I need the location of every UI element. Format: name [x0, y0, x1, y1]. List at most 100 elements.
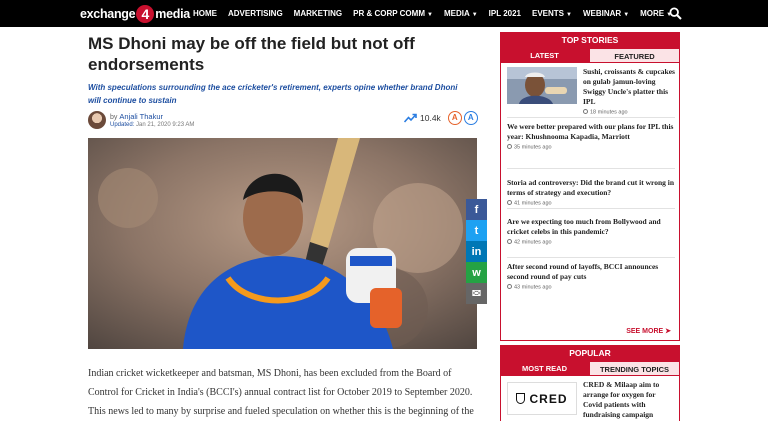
nav-item[interactable]: HOME: [193, 9, 217, 18]
top-stories-widget: TOP STORIES LATEST FEATURED Sushi, crois…: [500, 32, 680, 341]
story-title[interactable]: We were better prepared with our plans f…: [507, 122, 675, 142]
nav-item[interactable]: EVENTS ▼: [532, 9, 572, 18]
story-time-text: 18 minutes ago: [590, 109, 628, 116]
clock-icon: [507, 239, 512, 244]
story-thumbnail[interactable]: [507, 67, 577, 104]
top-stories-heading: TOP STORIES: [500, 32, 680, 48]
article-headline: MS Dhoni may be off the field but not of…: [88, 34, 415, 74]
caret-down-icon: ▼: [623, 12, 630, 18]
nav-item[interactable]: IPL 2021: [489, 9, 521, 18]
author-link[interactable]: Anjali Thakur: [119, 112, 163, 121]
byline: by Anjali Thakur: [110, 112, 163, 121]
stories-list: Sushi, croissants & cupcakes on gulab ja…: [500, 63, 680, 341]
nav-item-label: MEDIA: [443, 9, 470, 18]
story-time: 42 minutes ago: [507, 239, 675, 246]
nav-item[interactable]: MEDIA ▼: [444, 9, 478, 18]
nav-item-label: ADVERTISING: [228, 9, 283, 18]
clock-icon: [507, 284, 512, 289]
byline-prefix: by: [110, 114, 118, 121]
story-time: 18 minutes ago: [583, 109, 675, 116]
main-menu: HOME ADVERTISING MARKETING PR & CORP COMM ▼ M…: [193, 0, 683, 27]
email-icon[interactable]: ✉: [466, 283, 487, 304]
story-time: 35 minutes ago: [507, 144, 675, 151]
story-time-text: 43 minutes ago: [514, 284, 552, 291]
story-time-text: 41 minutes ago: [514, 200, 552, 207]
logo-number: 4: [136, 4, 155, 23]
popular-list: CRED CRED & Milaap aim to arrange for ox…: [500, 376, 680, 421]
author-avatar[interactable]: [88, 111, 106, 129]
cred-shield-icon: [516, 393, 526, 404]
nav-item[interactable]: WEBINAR ▼: [583, 9, 629, 18]
caret-down-icon: ▼: [566, 12, 572, 18]
share-bar: f t in w ✉: [466, 199, 487, 304]
tab-featured[interactable]: FEATURED: [589, 48, 680, 63]
increase-font-button[interactable]: A: [463, 111, 478, 125]
nav-item[interactable]: PR & CORP COMM ▼: [353, 9, 433, 18]
arrow-right-icon: ➤: [665, 328, 671, 335]
facebook-icon[interactable]: f: [466, 199, 487, 220]
tab-latest[interactable]: LATEST: [500, 48, 589, 63]
story-time: 41 minutes ago: [507, 200, 675, 207]
logo-prefix: exchange: [80, 6, 136, 21]
linkedin-icon[interactable]: in: [466, 241, 487, 262]
story-title[interactable]: After second round of layoffs, BCCI anno…: [507, 262, 675, 282]
search-icon[interactable]: [669, 7, 682, 20]
clock-icon: [507, 200, 512, 205]
list-item[interactable]: We were better prepared with our plans f…: [507, 122, 675, 151]
list-item[interactable]: After second round of layoffs, BCCI anno…: [507, 262, 675, 291]
story-title[interactable]: Sushi, croissants & cupcakes on gulab ja…: [583, 67, 675, 107]
nav-item-label: MARKETING: [293, 9, 343, 18]
decrease-font-button[interactable]: A: [447, 111, 462, 125]
cred-logo-thumbnail[interactable]: CRED: [507, 382, 577, 415]
nav-item[interactable]: MARKETING: [294, 9, 342, 18]
logo-suffix: media: [155, 6, 190, 21]
nav-item-label: EVENTS: [532, 9, 565, 18]
top-navbar: exchange 4 media HOME ADVERTISING MARKETIN…: [0, 0, 768, 27]
trending-icon: [404, 113, 417, 123]
whatsapp-icon[interactable]: w: [466, 262, 487, 283]
caret-down-icon: ▼: [471, 12, 478, 18]
article-body: Indian cricket wicketkeeper and batsman,…: [88, 368, 474, 417]
clock-icon: [583, 109, 588, 114]
divider: [507, 208, 675, 209]
twitter-icon[interactable]: t: [466, 220, 487, 241]
article-stats: 10.4k A A: [404, 111, 478, 125]
divider: [507, 257, 675, 258]
caret-down-icon: ▼: [426, 12, 433, 18]
article-subhead: With speculations surrounding the ace cr…: [88, 83, 458, 105]
story-title[interactable]: Storia ad controversy: Did the brand cut…: [507, 178, 675, 198]
story-time-text: 35 minutes ago: [514, 144, 552, 151]
popular-story-title[interactable]: CRED & Milaap aim to arrange for oxygen …: [583, 380, 675, 420]
cred-logo-text: CRED: [529, 391, 568, 406]
see-more-label: SEE MORE: [626, 328, 664, 335]
updated-timestamp: Updated: Jan 21, 2020 9:23 AM: [110, 122, 194, 128]
clock-icon: [507, 144, 512, 149]
nav-item-label: PR & CORP COMM: [353, 9, 425, 18]
nav-item[interactable]: ADVERTISING: [228, 9, 283, 18]
tab-trending-topics[interactable]: TRENDING TOPICS: [589, 361, 680, 376]
nav-item-label: IPL 2021: [488, 9, 521, 18]
nav-item-label: MORE: [640, 9, 665, 18]
site-logo[interactable]: exchange 4 media: [80, 3, 190, 24]
see-more-link[interactable]: SEE MORE ➤: [626, 327, 671, 335]
updated-label: Updated:: [110, 122, 135, 128]
top-stories-tabs: LATEST FEATURED: [500, 48, 680, 63]
hero-image: [88, 138, 477, 349]
story-time: 43 minutes ago: [507, 284, 675, 291]
story-time-text: 42 minutes ago: [514, 239, 552, 246]
story-title[interactable]: Are we expecting too much from Bollywood…: [507, 217, 675, 237]
list-item[interactable]: Sushi, croissants & cupcakes on gulab ja…: [583, 67, 675, 116]
view-count: 10.4k: [420, 113, 441, 123]
nav-item-label: HOME: [193, 9, 217, 18]
divider: [507, 117, 675, 118]
nav-item[interactable]: MORE ▼: [640, 9, 672, 18]
list-item[interactable]: Are we expecting too much from Bollywood…: [507, 217, 675, 246]
popular-tabs: MOST READ TRENDING TOPICS: [500, 361, 680, 376]
popular-widget: POPULAR MOST READ TRENDING TOPICS CRED C…: [500, 345, 680, 421]
tab-most-read[interactable]: MOST READ: [500, 361, 589, 376]
updated-value: Jan 21, 2020 9:23 AM: [136, 122, 195, 128]
list-item[interactable]: Storia ad controversy: Did the brand cut…: [507, 178, 675, 207]
divider: [507, 168, 675, 169]
popular-heading: POPULAR: [500, 345, 680, 361]
nav-item-label: WEBINAR: [582, 9, 622, 18]
